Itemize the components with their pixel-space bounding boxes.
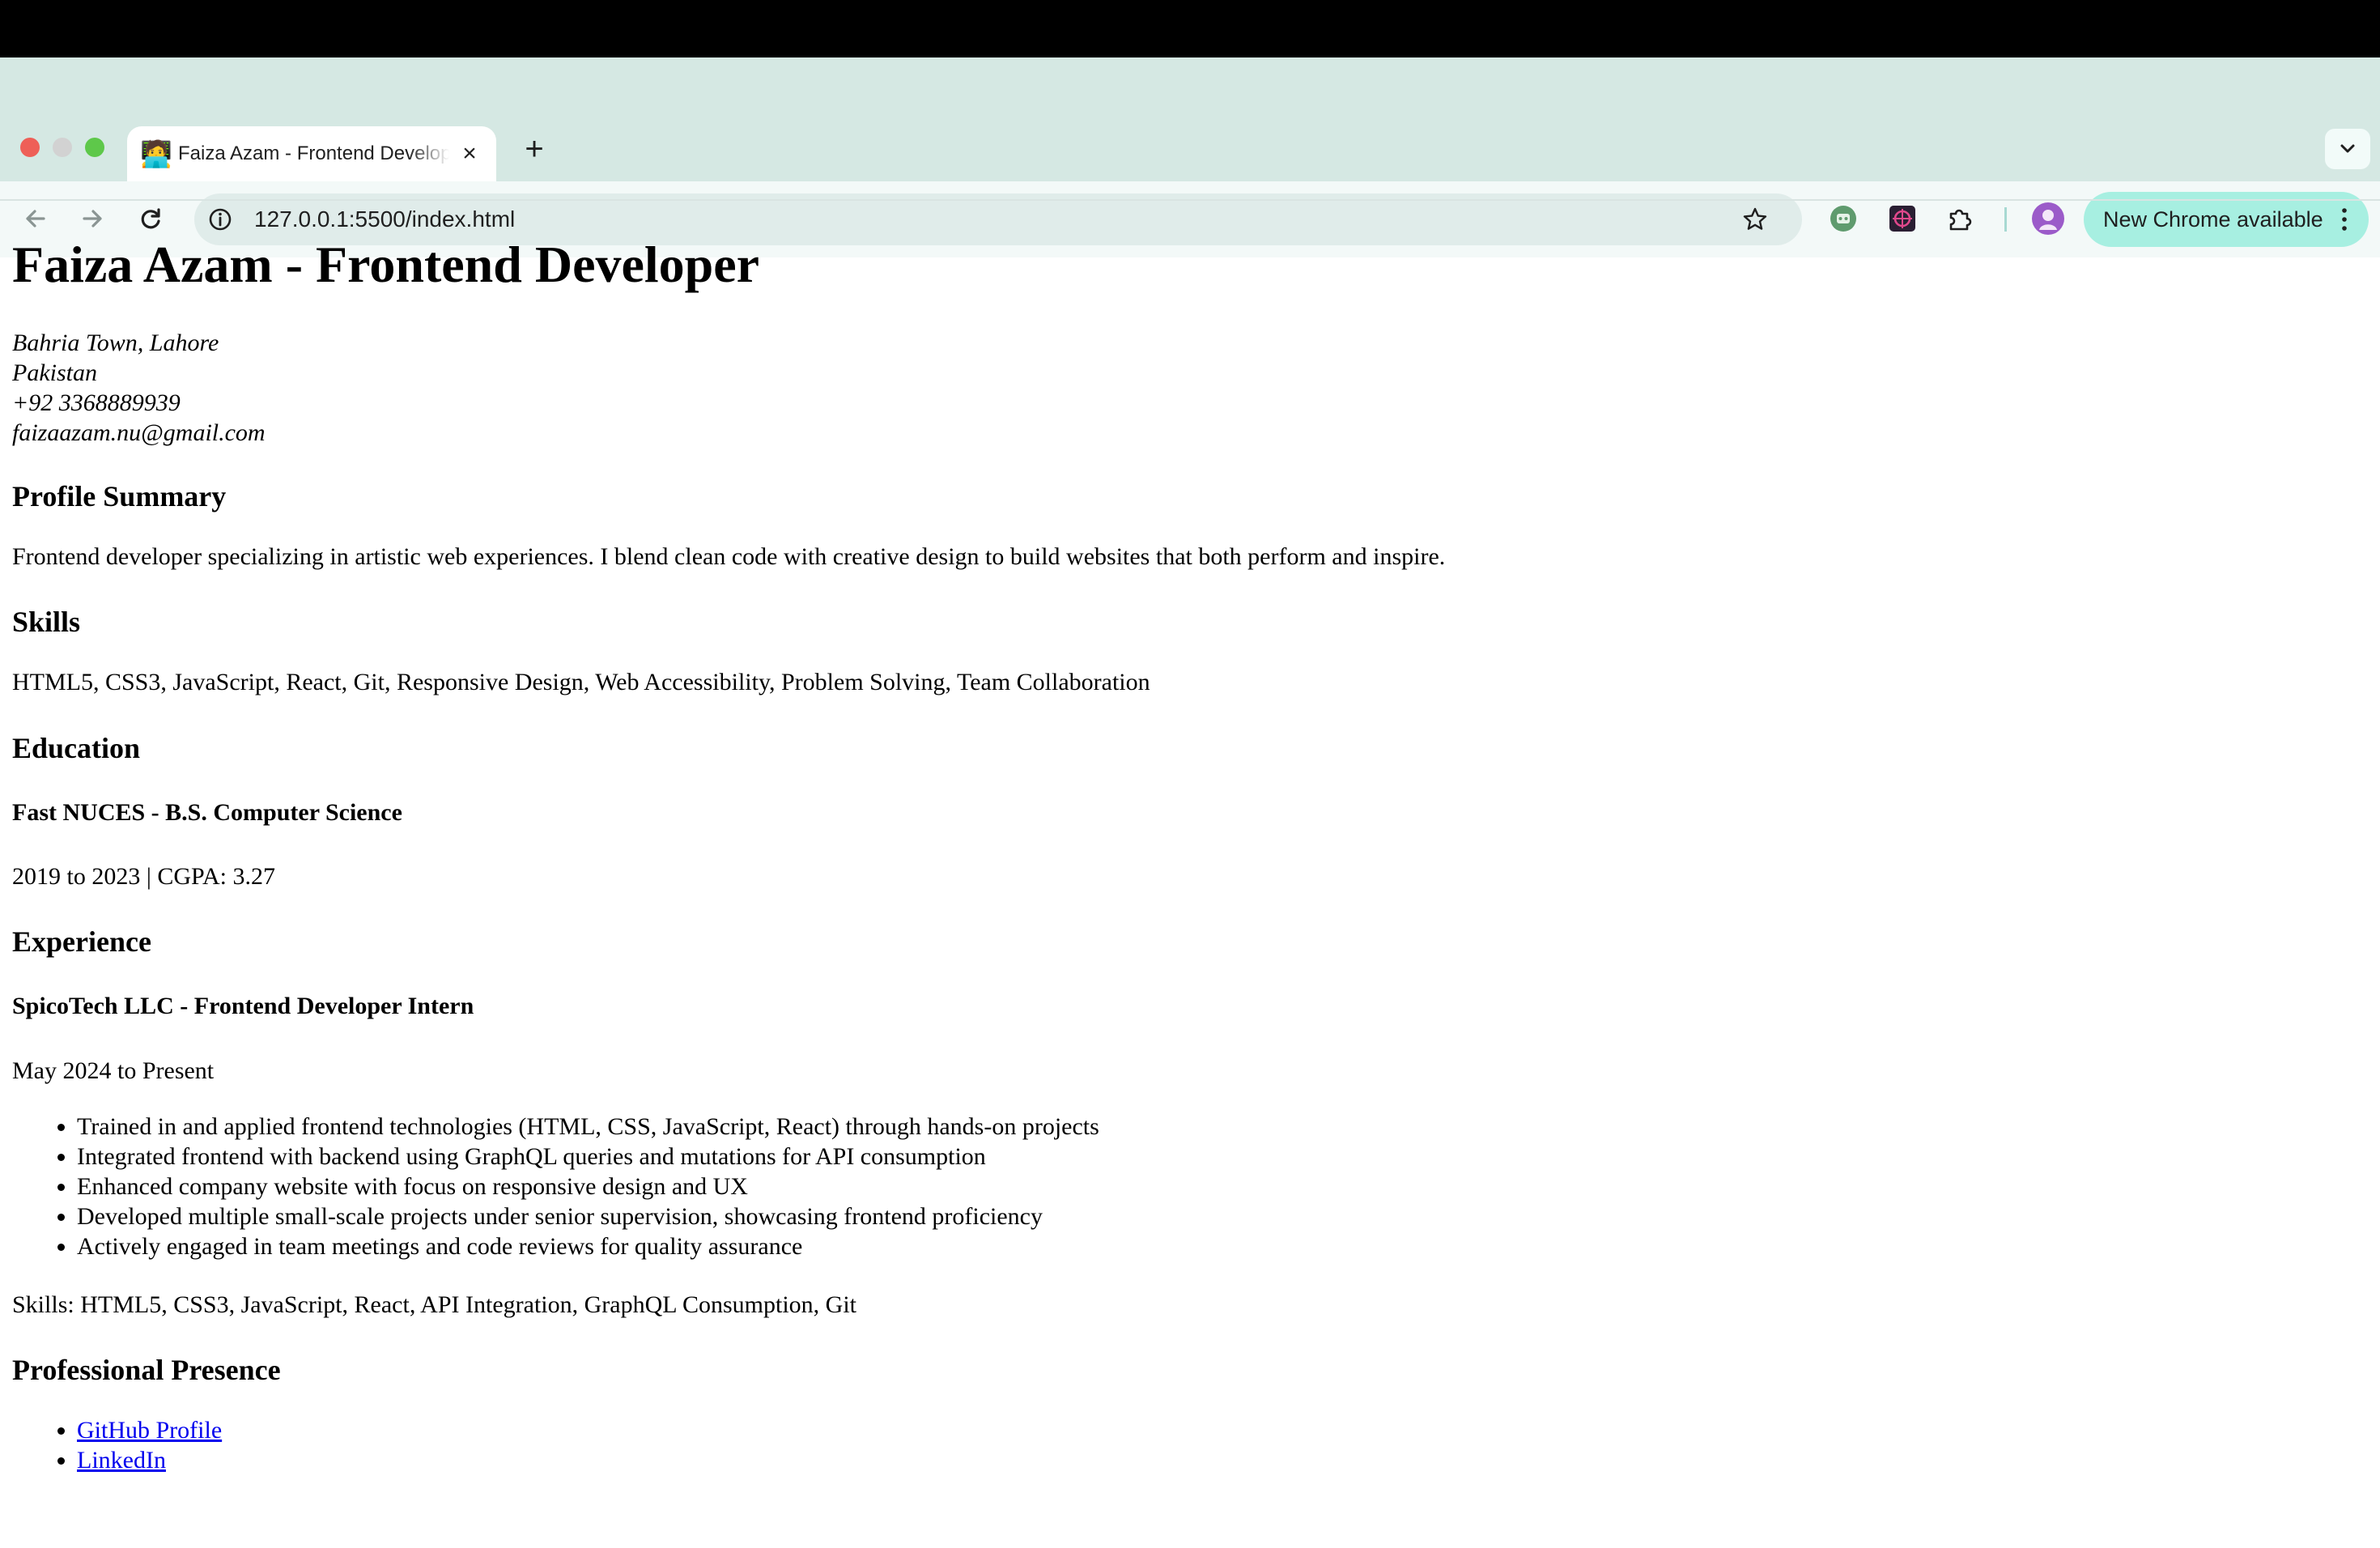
list-item: Enhanced company website with focus on r…: [77, 1172, 1099, 1201]
github-profile-link[interactable]: GitHub Profile: [77, 1417, 222, 1444]
list-item: LinkedIn: [77, 1445, 222, 1475]
window-maximize-button[interactable]: [85, 138, 104, 157]
education-item-title: Fast NUCES - B.S. Computer Science: [12, 799, 402, 826]
new-tab-button[interactable]: +: [518, 130, 550, 168]
contact-email: faizaazam.nu@gmail.com: [12, 419, 266, 446]
window-minimize-button[interactable]: [53, 138, 72, 157]
experience-bullet-list: Trained in and applied frontend technolo…: [12, 1112, 1099, 1261]
browser-tab[interactable]: 🧑‍💻 Faiza Azam - Frontend Developer ×: [127, 126, 496, 181]
tab-title: Faiza Azam - Frontend Developer: [178, 142, 449, 164]
contact-address-line: Bahria Town, Lahore: [12, 330, 219, 356]
experience-heading: Experience: [12, 925, 151, 958]
list-item: Actively engaged in team meetings and co…: [77, 1231, 1099, 1261]
skills-heading: Skills: [12, 606, 81, 638]
resume-page: Faiza Azam - Frontend Developer Bahria T…: [0, 201, 2380, 1548]
experience-skills-line: Skills: HTML5, CSS3, JavaScript, React, …: [12, 1291, 856, 1318]
contact-phone: +92 3368889939: [12, 389, 181, 416]
window-close-button[interactable]: [20, 138, 40, 157]
tab-search-button[interactable]: [2325, 129, 2370, 169]
tab-favicon-icon: 🧑‍💻: [140, 139, 172, 168]
skills-text: HTML5, CSS3, JavaScript, React, Git, Res…: [12, 669, 1150, 695]
tab-close-icon[interactable]: ×: [456, 140, 483, 168]
profile-summary-heading: Profile Summary: [12, 480, 227, 512]
list-item: GitHub Profile: [77, 1415, 222, 1445]
professional-presence-heading: Professional Presence: [12, 1354, 281, 1386]
chevron-down-icon: [2340, 144, 2355, 153]
experience-item-dates: May 2024 to Present: [12, 1057, 215, 1084]
contact-country: Pakistan: [12, 359, 97, 386]
linkedin-link[interactable]: LinkedIn: [77, 1447, 166, 1474]
browser-chrome: 🧑‍💻 Faiza Azam - Frontend Developer × + …: [0, 57, 2380, 257]
list-item: Trained in and applied frontend technolo…: [77, 1112, 1099, 1142]
page-title: Faiza Azam - Frontend Developer: [12, 236, 760, 293]
list-item: Developed multiple small-scale projects …: [77, 1201, 1099, 1231]
professional-presence-list: GitHub Profile LinkedIn: [12, 1415, 222, 1475]
education-heading: Education: [12, 732, 141, 764]
list-item: Integrated frontend with backend using G…: [77, 1142, 1099, 1172]
education-item-meta: 2019 to 2023 | CGPA: 3.27: [12, 863, 275, 890]
profile-summary-text: Frontend developer specializing in artis…: [12, 543, 1446, 570]
experience-item-title: SpicoTech LLC - Frontend Developer Inter…: [12, 993, 474, 1019]
system-top-bar: [0, 0, 2380, 57]
